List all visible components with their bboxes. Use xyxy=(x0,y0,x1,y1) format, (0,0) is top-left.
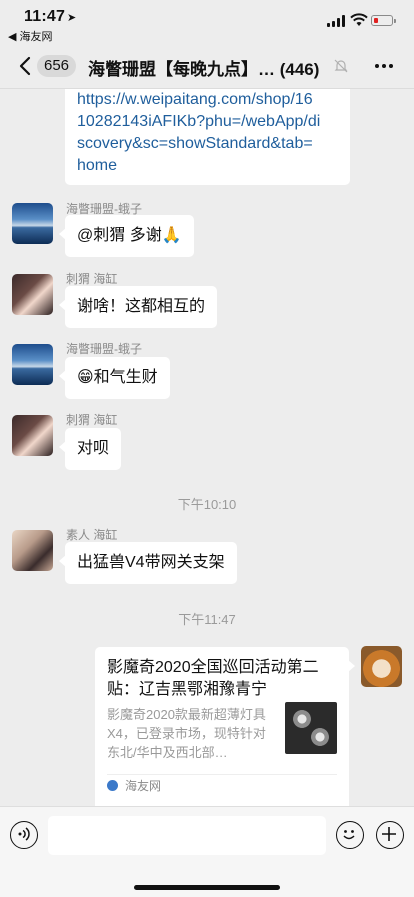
link-text-line[interactable]: https://w.weipaitang.com/shop/16 xyxy=(77,89,338,111)
location-arrow-icon: ➤ xyxy=(67,12,77,24)
plus-icon[interactable] xyxy=(376,821,404,849)
link-card-source: 海友网 xyxy=(125,779,162,793)
timestamp: 下午11:47 xyxy=(178,612,236,627)
link-card-description: 影魔奇2020款最新超薄灯具X4，已登录市场，现特针对东北/华中及西北部… xyxy=(107,707,266,760)
emoji-icon[interactable] xyxy=(336,821,364,849)
message-bubble[interactable]: @刺猬 多谢🙏 xyxy=(59,215,194,257)
unread-count-badge[interactable]: 656 xyxy=(37,55,77,77)
message-bubble[interactable]: 谢啥！这都相互的 xyxy=(58,286,218,328)
timestamp: 下午10:10 xyxy=(177,497,237,512)
status-time: 11:47 ➤ xyxy=(24,8,77,25)
message-bubble-link[interactable]: https://w.weipaitang.com/shop/16 1028214… xyxy=(65,89,350,185)
back-to-app-link[interactable]: ◀ 海友网 xyxy=(8,28,53,44)
message-input[interactable] xyxy=(48,816,326,855)
link-text-line[interactable]: scovery&sc=showStandard&tab= xyxy=(77,133,338,155)
message-bubble[interactable]: 对呗 xyxy=(58,428,122,470)
chat-message-list[interactable]: https://w.weipaitang.com/shop/16 1028214… xyxy=(0,89,414,806)
source-logo-icon xyxy=(107,780,118,791)
wifi-icon xyxy=(350,13,368,26)
avatar[interactable] xyxy=(12,415,53,456)
sender-name: 刺猬 海缸 xyxy=(66,272,118,286)
sender-name: 素人 海缸 xyxy=(66,528,118,542)
card-divider xyxy=(107,774,337,775)
sender-name: 海瞥珊盟-蛾子 xyxy=(66,342,142,356)
my-avatar[interactable] xyxy=(361,646,402,687)
input-bar xyxy=(0,806,414,897)
avatar[interactable] xyxy=(12,344,53,385)
link-card-title: 影魔奇2020全国巡回活动第二贴：辽吉黑鄂湘豫青宁 xyxy=(107,659,319,698)
link-card[interactable]: 影魔奇2020全国巡回活动第二贴：辽吉黑鄂湘豫青宁 影魔奇2020款最新超薄灯具… xyxy=(95,647,355,806)
voice-icon[interactable] xyxy=(10,821,38,849)
avatar[interactable] xyxy=(12,203,53,244)
battery-icon xyxy=(371,15,396,26)
mute-bell-icon xyxy=(334,59,348,73)
home-indicator[interactable] xyxy=(134,885,280,890)
link-text-line[interactable]: 10282143iAFIKb?phu=/webApp/di xyxy=(77,111,338,133)
cellular-signal-icon xyxy=(327,15,347,27)
avatar[interactable] xyxy=(12,274,53,315)
link-text-line[interactable]: home xyxy=(77,155,338,177)
back-chevron-icon[interactable] xyxy=(14,54,38,78)
chat-title: 海瞥珊盟【每晚九点】… (446) xyxy=(88,60,320,79)
link-card-thumbnail xyxy=(285,702,337,754)
avatar[interactable] xyxy=(12,530,53,571)
message-bubble[interactable]: 出猛兽V4带网关支架 xyxy=(59,542,237,584)
status-bar: 11:47 ➤ ◀ 海友网 xyxy=(0,0,414,44)
message-bubble[interactable]: 😁和气生财 xyxy=(59,357,170,399)
sender-name: 刺猬 海缸 xyxy=(66,413,118,427)
chat-header: 656 海瞥珊盟【每晚九点】… (446) xyxy=(0,44,414,89)
more-dots-icon[interactable] xyxy=(372,54,396,78)
